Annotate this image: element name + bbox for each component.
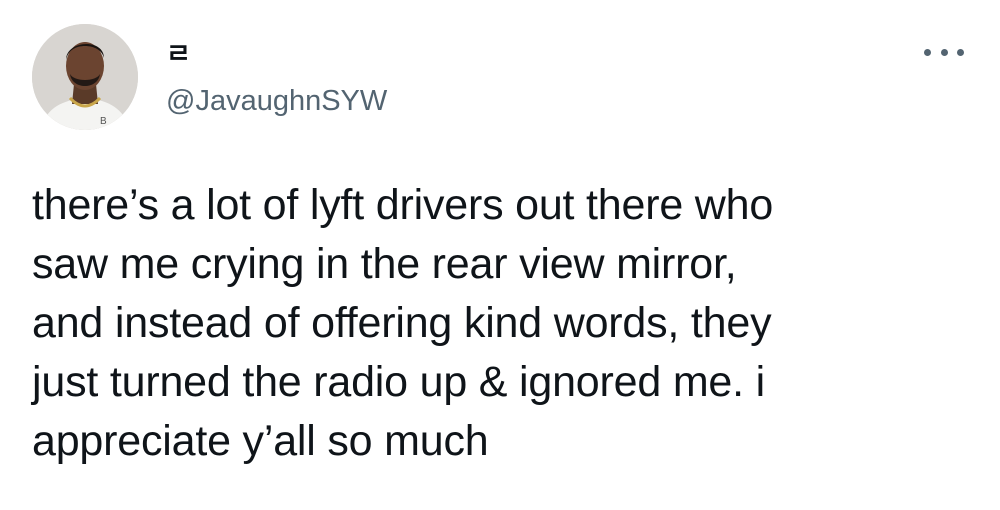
more-options-button[interactable] [924, 40, 964, 64]
display-name[interactable]: ㄹ [166, 38, 387, 70]
tweet-card: B ㄹ @JavaughnSYW there’s a lot of lyft d… [0, 0, 1000, 510]
tweet-text: there’s a lot of lyft drivers out there … [32, 181, 774, 465]
more-horizontal-icon-dot [957, 48, 964, 56]
user-info: ㄹ @JavaughnSYW [166, 38, 387, 118]
avatar[interactable]: B [32, 24, 138, 130]
more-horizontal-icon [924, 48, 931, 56]
svg-text:B: B [100, 116, 107, 127]
more-horizontal-icon-dot [940, 48, 948, 56]
avatar-photo: B [32, 24, 138, 130]
user-handle[interactable]: @JavaughnSYW [166, 84, 387, 118]
